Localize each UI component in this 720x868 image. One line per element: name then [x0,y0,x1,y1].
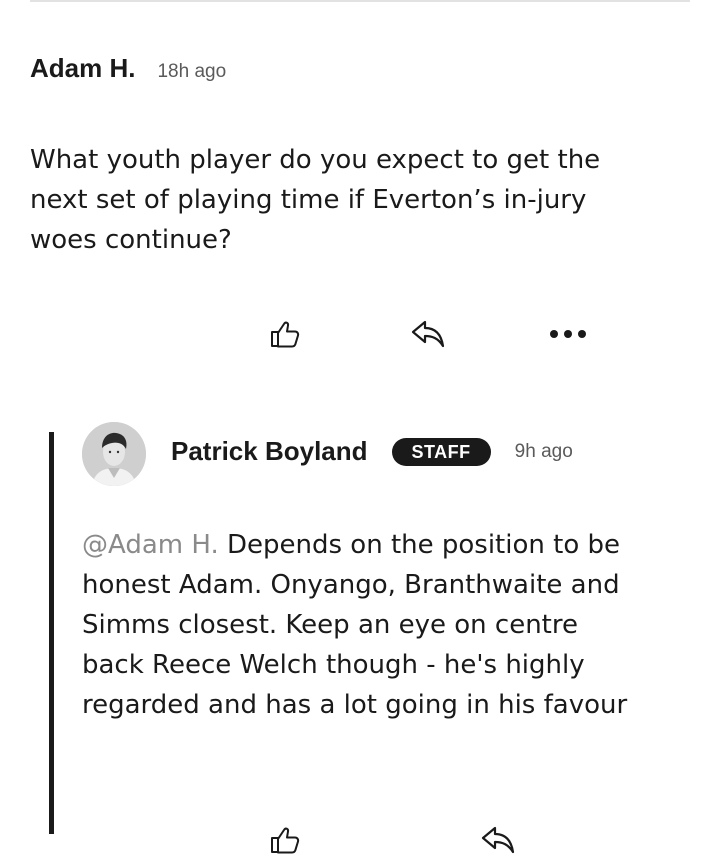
comment-actions [0,314,720,354]
reply-arrow-icon [411,320,445,348]
reply-header: Patrick Boyland STAFF 9h ago [171,436,573,467]
thumbs-up-icon [271,827,300,854]
top-divider [30,0,690,2]
reply-like-button[interactable] [264,820,308,860]
comment-author[interactable]: Adam H. [30,53,135,84]
reply-button[interactable] [406,314,450,354]
more-dots-icon [550,330,586,338]
comment-header: Adam H. 18h ago [30,53,226,84]
comment-body: What youth player do you expect to get t… [30,145,601,255]
staff-badge: STAFF [391,437,491,466]
reply-actions [0,820,720,860]
avatar-photo [82,422,146,486]
mention-link[interactable]: @Adam H. [82,530,219,560]
reply-body: @Adam H. Depends on the position to be h… [82,525,642,725]
reply-thread-line [49,432,54,834]
avatar[interactable] [82,422,146,486]
like-button[interactable] [264,314,308,354]
reply-arrow-icon [481,826,515,854]
more-options-button[interactable] [546,314,590,354]
reply-reply-button[interactable] [476,820,520,860]
reply-author[interactable]: Patrick Boyland [171,436,368,467]
thumbs-up-icon [271,321,300,348]
reply-timestamp: 9h ago [514,440,573,462]
comment-timestamp: 18h ago [157,61,227,82]
